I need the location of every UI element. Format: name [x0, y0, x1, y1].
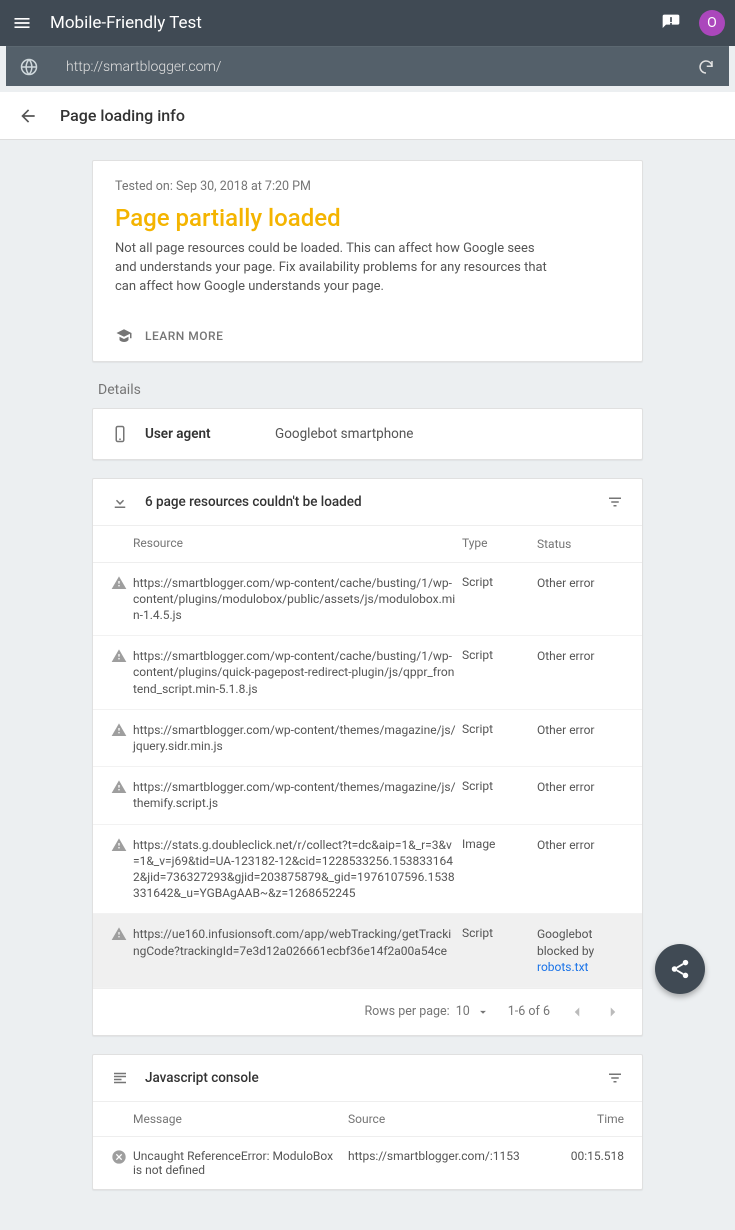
list-icon	[111, 1069, 145, 1087]
user-agent-label: User agent	[145, 426, 275, 442]
resource-type: Script	[462, 914, 537, 988]
table-row[interactable]: https://smartblogger.com/wp-content/cach…	[93, 562, 642, 636]
resources-table: Resource Type Status https://smartblogge…	[93, 526, 642, 988]
learn-more-button[interactable]: LEARN MORE	[115, 327, 620, 345]
resource-type: Image	[462, 824, 537, 914]
chevron-down-icon	[476, 1005, 490, 1019]
console-header: Javascript console	[93, 1055, 642, 1102]
refresh-icon[interactable]	[695, 56, 717, 78]
resource-url: https://smartblogger.com/wp-content/cach…	[133, 562, 462, 636]
robots-link[interactable]: robots.txt	[537, 960, 588, 974]
details-label: Details	[98, 382, 643, 398]
pagination: Rows per page: 10 1-6 of 6	[93, 988, 642, 1035]
avatar[interactable]: O	[699, 10, 725, 36]
tested-on-label: Tested on: Sep 30, 2018 at 7:20 PM	[115, 179, 620, 194]
resource-url: https://ue160.infusionsoft.com/app/webTr…	[133, 914, 462, 988]
user-agent-card: User agent Googlebot smartphone	[92, 408, 643, 460]
console-message: Uncaught ReferenceError: ModuloBox is no…	[133, 1136, 348, 1189]
resource-status: Other error	[537, 562, 642, 636]
prev-page-button[interactable]	[568, 1003, 586, 1021]
feedback-icon[interactable]	[659, 11, 683, 35]
url-bar: http://smartblogger.com/	[6, 46, 729, 86]
resource-status: Googlebot blocked by robots.txt	[537, 914, 642, 988]
app-bar: Mobile-Friendly Test O	[0, 0, 735, 46]
resource-type: Script	[462, 636, 537, 710]
resources-card: 6 page resources couldn't be loaded Reso…	[92, 478, 643, 1036]
col-message: Message	[133, 1102, 348, 1137]
resource-status: Other error	[537, 709, 642, 766]
download-icon	[111, 493, 145, 511]
share-fab[interactable]	[655, 944, 705, 994]
url-input[interactable]: http://smartblogger.com/	[66, 59, 695, 75]
status-heading: Page partially loaded	[115, 204, 620, 232]
learn-more-label: LEARN MORE	[145, 329, 223, 343]
warning-icon	[93, 709, 133, 766]
console-card: Javascript console Message Source Time U…	[92, 1054, 643, 1190]
error-icon	[93, 1136, 133, 1189]
warning-icon	[93, 636, 133, 710]
warning-icon	[93, 914, 133, 988]
console-table: Message Source Time Uncaught ReferenceEr…	[93, 1102, 642, 1189]
col-resource: Resource	[133, 526, 462, 563]
col-type: Type	[462, 526, 537, 563]
console-time: 00:15.518	[562, 1136, 642, 1189]
menu-icon[interactable]	[10, 11, 34, 35]
user-agent-value: Googlebot smartphone	[275, 426, 413, 442]
resources-title: 6 page resources couldn't be loaded	[145, 494, 606, 510]
resource-type: Script	[462, 709, 537, 766]
globe-icon	[18, 56, 40, 78]
app-title: Mobile-Friendly Test	[50, 13, 659, 33]
page-title: Page loading info	[60, 106, 185, 125]
warning-icon	[93, 824, 133, 914]
resources-header: 6 page resources couldn't be loaded	[93, 479, 642, 526]
col-status: Status	[537, 526, 642, 563]
table-row[interactable]: Uncaught ReferenceError: ModuloBox is no…	[93, 1136, 642, 1189]
smartphone-icon	[111, 425, 145, 443]
resource-url: https://smartblogger.com/wp-content/them…	[133, 709, 462, 766]
resource-status: Other error	[537, 824, 642, 914]
summary-card: Tested on: Sep 30, 2018 at 7:20 PM Page …	[92, 160, 643, 362]
back-icon[interactable]	[16, 104, 40, 128]
rows-per-page-label: Rows per page:	[364, 1004, 449, 1019]
resource-url: https://smartblogger.com/wp-content/cach…	[133, 636, 462, 710]
filter-icon[interactable]	[606, 1069, 624, 1087]
col-time: Time	[562, 1102, 642, 1137]
table-row[interactable]: https://smartblogger.com/wp-content/them…	[93, 767, 642, 824]
table-row[interactable]: https://stats.g.doubleclick.net/r/collec…	[93, 824, 642, 914]
status-description: Not all page resources could be loaded. …	[115, 240, 555, 297]
table-row[interactable]: https://ue160.infusionsoft.com/app/webTr…	[93, 914, 642, 988]
learn-more-icon	[115, 327, 133, 345]
page-range: 1-6 of 6	[508, 1004, 550, 1019]
resource-type: Script	[462, 562, 537, 636]
next-page-button[interactable]	[604, 1003, 622, 1021]
resource-status: Other error	[537, 767, 642, 824]
console-title: Javascript console	[145, 1070, 606, 1086]
warning-icon	[93, 562, 133, 636]
rows-per-page-value: 10	[456, 1004, 470, 1019]
filter-icon[interactable]	[606, 493, 624, 511]
resource-type: Script	[462, 767, 537, 824]
table-row[interactable]: https://smartblogger.com/wp-content/them…	[93, 709, 642, 766]
subheader: Page loading info	[0, 92, 735, 140]
table-row[interactable]: https://smartblogger.com/wp-content/cach…	[93, 636, 642, 710]
resource-url: https://stats.g.doubleclick.net/r/collec…	[133, 824, 462, 914]
resource-url: https://smartblogger.com/wp-content/them…	[133, 767, 462, 824]
console-source: https://smartblogger.com/:1153	[348, 1136, 562, 1189]
col-source: Source	[348, 1102, 562, 1137]
resource-status: Other error	[537, 636, 642, 710]
warning-icon	[93, 767, 133, 824]
rows-per-page[interactable]: Rows per page: 10	[364, 1004, 489, 1019]
